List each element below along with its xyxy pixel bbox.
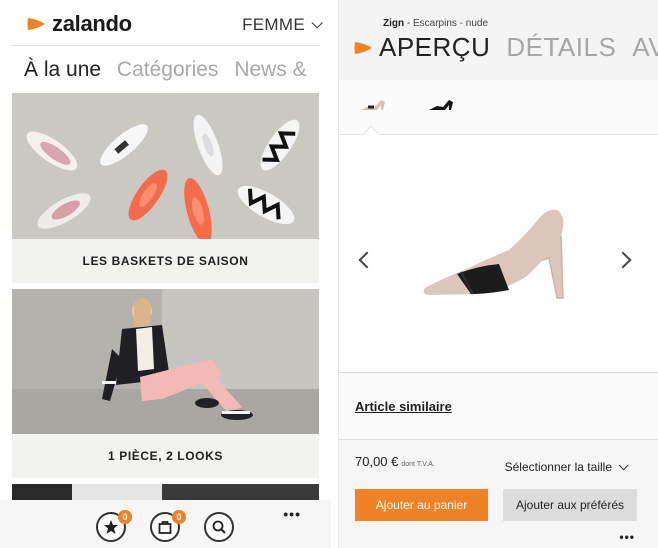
tab-news[interactable]: News & bbox=[234, 58, 306, 81]
promo-card-sneakers[interactable]: LES BASKETS DE SAISON bbox=[12, 93, 319, 283]
purchase-panel: 70,00 € dont T.V.A. Sélectionner la taill… bbox=[339, 440, 658, 548]
promo-image-sneakers bbox=[12, 93, 319, 239]
cart-count-badge: 0 bbox=[172, 510, 186, 524]
similar-section: Article similaire bbox=[339, 373, 658, 439]
price: 70,00 € dont T.V.A. bbox=[355, 454, 435, 469]
breadcrumb-separator: - bbox=[404, 18, 413, 29]
chevron-left-icon[interactable] bbox=[358, 251, 376, 269]
product-screen: Zign - Escarpins - nude APERÇU DÉTAILS A… bbox=[338, 0, 658, 548]
more-menu-button[interactable]: ••• bbox=[283, 506, 301, 522]
breadcrumb-category: Escarpins bbox=[413, 18, 457, 29]
more-menu-button[interactable]: ••• bbox=[619, 530, 635, 544]
breadcrumb: Zign - Escarpins - nude bbox=[383, 18, 488, 29]
size-selector[interactable]: Sélectionner la taille bbox=[504, 459, 629, 474]
model-photo bbox=[12, 289, 319, 434]
zalando-logo-icon bbox=[27, 18, 45, 30]
breadcrumb-separator: - bbox=[456, 18, 466, 29]
product-pivot-tabs: APERÇU DÉTAILS AVIS bbox=[353, 32, 658, 63]
promo-image-looks bbox=[12, 289, 319, 434]
brand-name: zalando bbox=[52, 11, 132, 36]
thumbnail-black[interactable] bbox=[427, 94, 457, 116]
tab-categories[interactable]: Catégories bbox=[117, 58, 219, 81]
chevron-down-icon bbox=[618, 459, 629, 470]
zalando-logo[interactable]: zalando bbox=[26, 11, 132, 37]
product-header: Zign - Escarpins - nude APERÇU DÉTAILS A… bbox=[339, 0, 658, 80]
similar-articles-link[interactable]: Article similaire bbox=[355, 399, 452, 414]
wishlist-button[interactable]: 0 bbox=[96, 510, 132, 542]
zalando-logo-icon bbox=[354, 41, 372, 54]
promo-caption: 1 PIÈCE, 2 LOOKS bbox=[12, 434, 319, 478]
tab-apercu[interactable]: APERÇU bbox=[379, 32, 490, 63]
add-to-cart-button[interactable]: Ajouter au panier bbox=[355, 489, 488, 521]
bag-icon bbox=[158, 521, 172, 534]
size-selector-label: Sélectionner la taille bbox=[504, 460, 612, 474]
add-to-favorites-button[interactable]: Ajouter aux préférés bbox=[503, 489, 637, 521]
breadcrumb-color: nude bbox=[465, 18, 489, 29]
top-bar: zalando FEMME bbox=[12, 10, 323, 40]
product-image-viewer bbox=[339, 136, 658, 372]
thumbnail-nude[interactable] bbox=[359, 94, 389, 116]
pivot-tabs: À la une Catégories News & bbox=[24, 58, 317, 82]
breadcrumb-brand: Zign bbox=[383, 18, 405, 29]
home-screen: zalando FEMME À la une Catégories News & bbox=[0, 0, 331, 548]
tab-avis[interactable]: AVIS bbox=[632, 32, 658, 63]
chevron-down-icon bbox=[311, 17, 323, 29]
cart-button[interactable]: 0 bbox=[150, 510, 186, 542]
tab-details[interactable]: DÉTAILS bbox=[506, 32, 616, 63]
gender-selector[interactable]: FEMME bbox=[242, 15, 323, 35]
search-icon bbox=[212, 520, 226, 534]
promo-caption: LES BASKETS DE SAISON bbox=[12, 239, 319, 283]
wishlist-count-badge: 0 bbox=[118, 510, 132, 524]
price-value: 70,00 € bbox=[355, 454, 399, 469]
app-bar: 0 0 ••• bbox=[0, 500, 331, 548]
star-icon bbox=[104, 520, 118, 534]
app-root: zalando FEMME À la une Catégories News & bbox=[0, 0, 658, 548]
product-image bbox=[423, 209, 564, 299]
screen-gap bbox=[331, 0, 338, 548]
chevron-right-icon[interactable] bbox=[614, 251, 632, 269]
promo-card-looks[interactable]: 1 PIÈCE, 2 LOOKS bbox=[12, 289, 319, 478]
header-divider bbox=[12, 45, 319, 46]
search-button[interactable] bbox=[204, 512, 234, 542]
color-thumbnails bbox=[339, 80, 658, 135]
price-tax-note: dont T.V.A. bbox=[401, 461, 435, 468]
gender-selector-label: FEMME bbox=[242, 15, 305, 34]
tab-a-la-une[interactable]: À la une bbox=[24, 58, 101, 81]
sneakers-illustration bbox=[12, 93, 319, 239]
